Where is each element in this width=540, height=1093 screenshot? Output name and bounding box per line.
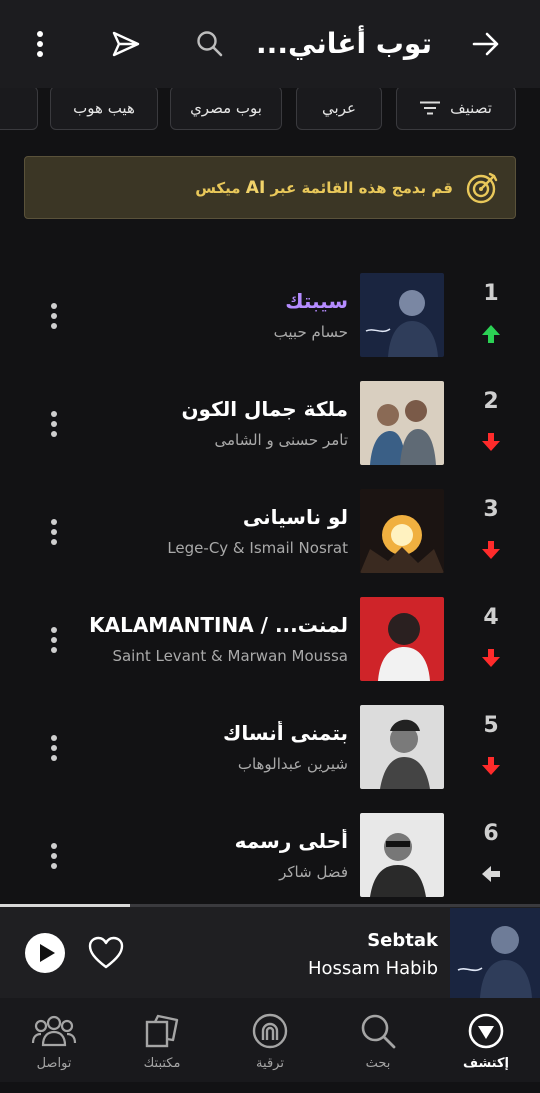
mini-player[interactable]: Sebtak Hossam Habib: [0, 904, 540, 998]
ai-banner-text: قم بدمج هذه القائمة عبر AI ميكس: [195, 177, 453, 198]
track-title: لو ناسيانى: [242, 505, 348, 529]
track-rank: 3: [483, 497, 499, 522]
track-rank: 4: [483, 605, 499, 630]
track-artist: شيرين عبدالوهاب: [237, 755, 348, 773]
nav-search[interactable]: بحث: [330, 1008, 426, 1078]
track-artwork: [360, 489, 444, 573]
send-icon[interactable]: [104, 22, 148, 66]
track-artist: تامر حسنى و الشامى: [214, 431, 348, 449]
more-options-icon[interactable]: [44, 409, 64, 439]
upgrade-icon: [252, 1013, 288, 1049]
track-title: أحلى رسمه: [234, 829, 348, 853]
mini-player-title: Sebtak: [367, 930, 438, 951]
nav-label: بحث: [365, 1056, 391, 1071]
track-artwork: [360, 381, 444, 465]
chip-partial[interactable]: بو: [0, 88, 38, 130]
discover-icon: [468, 1013, 504, 1049]
search-icon: [361, 1014, 396, 1049]
track-artist: Lege-Cy & Ismail Nosrat: [167, 539, 348, 557]
system-bar: [0, 1082, 540, 1093]
more-options-icon[interactable]: [44, 733, 64, 763]
nav-label: مكتبتك: [143, 1056, 181, 1071]
track-artist: حسام حبيب: [273, 323, 348, 341]
track-title: بتمنى أنساك: [223, 721, 348, 745]
play-button[interactable]: [24, 932, 66, 974]
search-icon[interactable]: [188, 22, 232, 66]
back-arrow-icon[interactable]: [464, 22, 508, 66]
track-artist: فضل شاكر: [279, 863, 348, 881]
target-icon: [466, 172, 498, 203]
nav-community[interactable]: تواصل: [6, 1008, 102, 1078]
trend-down-icon: [480, 431, 502, 453]
ai-mix-banner[interactable]: قم بدمج هذه القائمة عبر AI ميكس: [24, 156, 516, 219]
track-row[interactable]: 6 أحلى رسمه فضل شاكر: [0, 813, 540, 913]
page-title: توب أغاني...: [256, 27, 432, 60]
track-artwork: [360, 813, 444, 897]
chip-hiphop[interactable]: هيب هوب: [50, 88, 158, 130]
more-options-icon[interactable]: [44, 841, 64, 871]
library-icon: [145, 1014, 179, 1048]
progress-fill: [0, 904, 130, 907]
heart-icon: [88, 936, 124, 969]
track-row[interactable]: 1 سيبتك حسام حبيب: [0, 273, 540, 373]
track-row[interactable]: 3 لو ناسيانى Lege-Cy & Ismail Nosrat: [0, 489, 540, 589]
track-title: لمنت... / KALAMANTINA: [89, 613, 348, 637]
track-artwork: [360, 705, 444, 789]
chip-arabic[interactable]: عربي: [296, 88, 382, 130]
mini-player-artist: Hossam Habib: [307, 958, 438, 979]
track-artist: Saint Levant & Marwan Moussa: [112, 647, 348, 665]
community-icon: [31, 1015, 77, 1047]
track-artwork: [360, 597, 444, 681]
trend-same-icon: [480, 863, 502, 885]
trend-down-icon: [480, 539, 502, 561]
more-options-icon[interactable]: [44, 625, 64, 655]
sort-chip[interactable]: تصنيف: [396, 88, 516, 130]
track-rank: 2: [483, 389, 499, 414]
nav-discover[interactable]: إكتشف: [438, 1008, 534, 1078]
trend-down-icon: [480, 647, 502, 669]
like-button[interactable]: [88, 936, 124, 970]
track-artwork: [360, 273, 444, 357]
filter-icon: [420, 101, 441, 115]
track-row[interactable]: 2 ملكة جمال الكون تامر حسنى و الشامى: [0, 381, 540, 481]
trend-up-icon: [480, 323, 502, 345]
more-options-icon[interactable]: [44, 517, 64, 547]
app-header: توب أغاني...: [0, 0, 540, 88]
nav-label: ترقية: [256, 1056, 284, 1071]
bottom-nav: إكتشف بحث ترقية مكتبتك تواصل: [0, 998, 540, 1082]
trend-down-icon: [480, 755, 502, 777]
nav-library[interactable]: مكتبتك: [114, 1008, 210, 1078]
sort-label: تصنيف: [450, 99, 492, 117]
track-rank: 6: [483, 821, 499, 846]
track-title: سيبتك: [285, 289, 348, 313]
track-row[interactable]: 5 بتمنى أنساك شيرين عبدالوهاب: [0, 705, 540, 805]
nav-upgrade[interactable]: ترقية: [222, 1008, 318, 1078]
filter-bar: تصنيف عربي بوب مصري هيب هوب بو: [0, 88, 540, 132]
track-row[interactable]: 4 لمنت... / KALAMANTINA Saint Levant & Mar…: [0, 597, 540, 697]
nav-label: تواصل: [36, 1056, 72, 1071]
track-rank: 1: [483, 281, 499, 306]
mini-player-artwork: [450, 908, 540, 998]
chip-egyptian-pop[interactable]: بوب مصري: [170, 88, 282, 130]
play-icon: [25, 933, 65, 973]
nav-label: إكتشف: [462, 1056, 510, 1071]
more-vertical-icon[interactable]: [18, 22, 62, 66]
track-rank: 5: [483, 713, 499, 738]
more-options-icon[interactable]: [44, 301, 64, 331]
track-title: ملكة جمال الكون: [181, 397, 348, 421]
